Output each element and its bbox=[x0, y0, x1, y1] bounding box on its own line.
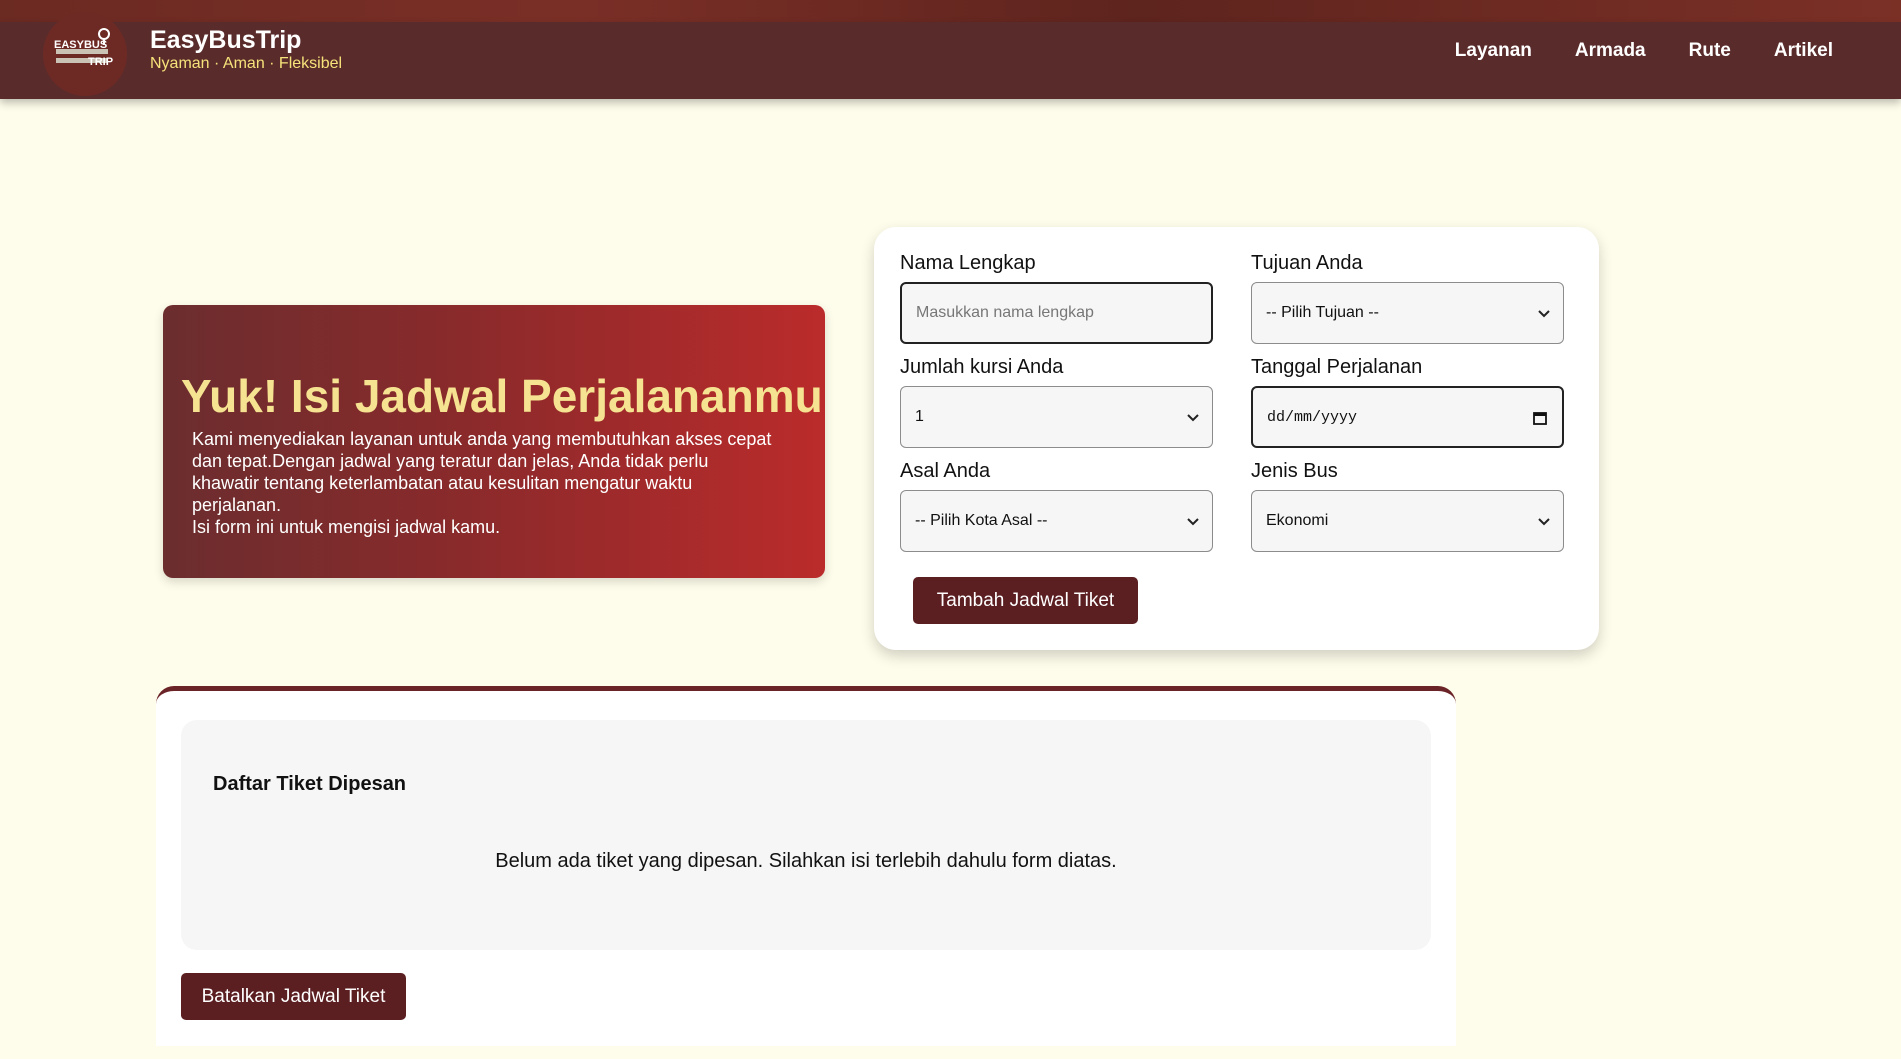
ticket-list-title: Daftar Tiket Dipesan bbox=[213, 773, 407, 795]
destination-select[interactable]: -- Pilih Tujuan -- bbox=[1251, 282, 1564, 344]
chevron-down-icon bbox=[1538, 518, 1550, 526]
destination-value: -- Pilih Tujuan -- bbox=[1266, 304, 1379, 321]
nav-layanan[interactable]: Layanan bbox=[1455, 40, 1532, 62]
nav-artikel[interactable]: Artikel bbox=[1774, 40, 1833, 62]
logo-text-bottom: TRIP bbox=[88, 56, 113, 68]
origin-select[interactable]: -- Pilih Kota Asal -- bbox=[900, 490, 1213, 552]
header-top-strip bbox=[0, 0, 1901, 22]
name-placeholder: Masukkan nama lengkap bbox=[916, 304, 1094, 321]
ticket-list-panel: Daftar Tiket Dipesan Belum ada tiket yan… bbox=[181, 720, 1431, 950]
hero-description-text: Kami menyediakan layanan untuk anda yang… bbox=[192, 429, 772, 515]
hero-banner: Yuk! Isi Jadwal Perjalananmu Kami menyed… bbox=[163, 305, 825, 578]
origin-value: -- Pilih Kota Asal -- bbox=[915, 512, 1048, 529]
add-ticket-button[interactable]: Tambah Jadwal Tiket bbox=[913, 577, 1138, 624]
bus-type-value: Ekonomi bbox=[1266, 512, 1329, 529]
nav-rute[interactable]: Rute bbox=[1689, 40, 1731, 62]
name-label: Nama Lengkap bbox=[900, 252, 1036, 274]
chevron-down-icon bbox=[1538, 310, 1550, 318]
chevron-down-icon bbox=[1187, 414, 1199, 422]
hero-description: Kami menyediakan layanan untuk anda yang… bbox=[192, 428, 772, 538]
origin-label: Asal Anda bbox=[900, 460, 991, 482]
date-value: dd/mm/yyyy bbox=[1267, 408, 1358, 426]
cancel-ticket-button[interactable]: Batalkan Jadwal Tiket bbox=[181, 973, 406, 1020]
bus-type-select[interactable]: Ekonomi bbox=[1251, 490, 1564, 552]
brand-title: EasyBusTrip bbox=[150, 26, 302, 54]
hero-title: Yuk! Isi Jadwal Perjalananmu bbox=[181, 370, 823, 422]
date-label: Tanggal Perjalanan bbox=[1251, 356, 1423, 378]
hero-instruction-text: Isi form ini untuk mengisi jadwal kamu. bbox=[192, 517, 501, 537]
calendar-icon[interactable] bbox=[1532, 410, 1548, 426]
brand-logo[interactable]: EASYBUS TRIP bbox=[43, 12, 127, 96]
site-header: EASYBUS TRIP EasyBusTrip Nyaman · Aman ·… bbox=[0, 12, 1901, 99]
date-input[interactable]: dd/mm/yyyy bbox=[1251, 386, 1564, 448]
logo-text-top: EASYBUS bbox=[54, 39, 107, 51]
main-nav: Layanan Armada Rute Artikel bbox=[1455, 40, 1833, 62]
destination-label: Tujuan Anda bbox=[1251, 252, 1363, 274]
chevron-down-icon bbox=[1187, 518, 1199, 526]
booking-form: Nama Lengkap Masukkan nama lengkap Jumla… bbox=[874, 227, 1599, 650]
ticket-section: Daftar Tiket Dipesan Belum ada tiket yan… bbox=[156, 686, 1456, 1046]
name-input[interactable]: Masukkan nama lengkap bbox=[900, 282, 1213, 344]
seats-select[interactable]: 1 bbox=[900, 386, 1213, 448]
seats-value: 1 bbox=[915, 408, 924, 425]
ticket-empty-message: Belum ada tiket yang dipesan. Silahkan i… bbox=[495, 850, 1117, 872]
brand-tagline: Nyaman · Aman · Fleksibel bbox=[150, 55, 343, 72]
seats-label: Jumlah kursi Anda bbox=[900, 356, 1064, 378]
bus-logo-icon: EASYBUS TRIP bbox=[49, 18, 121, 90]
nav-armada[interactable]: Armada bbox=[1575, 40, 1646, 62]
bus-type-label: Jenis Bus bbox=[1251, 460, 1338, 482]
